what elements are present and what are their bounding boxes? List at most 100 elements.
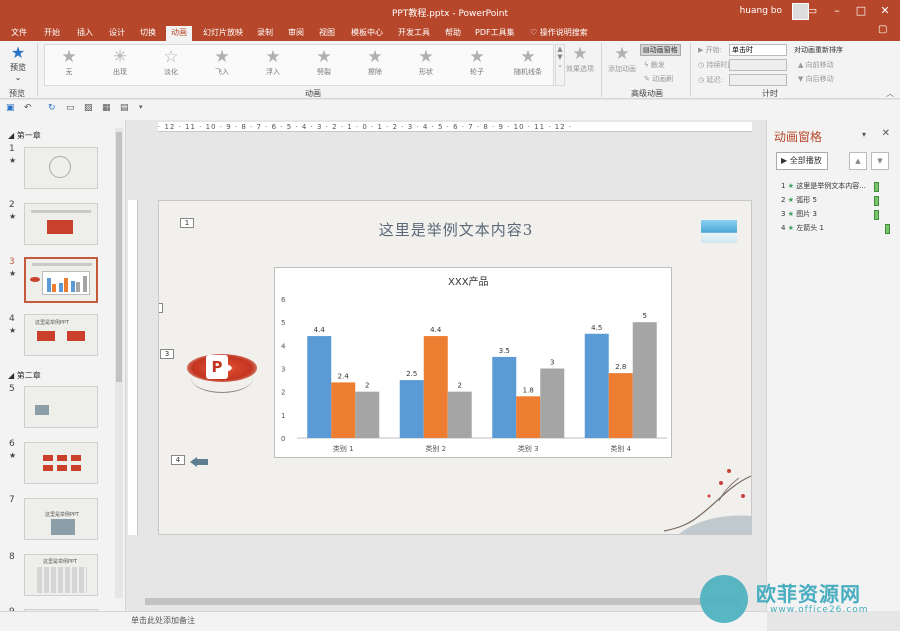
anim-appear[interactable]: ✳ 出现 — [96, 47, 144, 77]
move-up-icon[interactable]: ▲ — [849, 152, 867, 170]
bar — [584, 333, 609, 438]
bar — [355, 391, 380, 438]
anim-list-item[interactable]: 2 ★ 弧形 5 — [781, 195, 893, 207]
slide-thumb-7[interactable]: 这里是举例PPT — [24, 498, 98, 540]
close-icon[interactable]: ✕ — [878, 4, 892, 18]
chart[interactable]: XXX产品 0 1 2 3 4 5 6 4.4 2.4 2 类别 1 2.5 4.4 2 类别 2 3.5 1.… — [274, 267, 672, 458]
move-earlier-label: 向前移动 — [805, 61, 834, 69]
scrollbar-thumb[interactable] — [116, 132, 122, 382]
table-icon[interactable]: ▦ — [102, 103, 111, 113]
delay-field[interactable] — [729, 74, 787, 86]
section-1[interactable]: ◢ 第一章 — [8, 130, 41, 141]
slide-thumb-4[interactable]: 这里是举例PPT — [24, 314, 98, 356]
anim-list-item[interactable]: 1 ★ 这里是举例文本内容... — [781, 181, 893, 193]
tab-slideshow[interactable]: 幻灯片放映 — [198, 26, 248, 41]
slide-thumb-5[interactable] — [24, 386, 98, 428]
tab-view[interactable]: 视图 — [314, 26, 340, 41]
redo-icon[interactable]: ↻ — [48, 103, 56, 113]
section-2[interactable]: ◢ 第二章 — [8, 370, 41, 381]
maximize-icon[interactable]: □ — [854, 4, 868, 18]
tab-help[interactable]: 帮助 — [440, 26, 466, 41]
anim-wheel[interactable]: ★ 轮子 — [453, 47, 501, 77]
animation-painter-button[interactable]: ✎ 动画刷 — [644, 74, 673, 84]
minimize-icon[interactable]: – — [830, 4, 844, 18]
move-down-icon[interactable]: ▼ — [871, 152, 889, 170]
user-name[interactable]: huang bo — [740, 6, 782, 16]
save-icon[interactable]: ▣ — [6, 103, 15, 113]
y-tick-label: 2 — [281, 389, 285, 397]
undo-icon[interactable]: ↶ — [24, 103, 32, 113]
anim-list-item[interactable]: 3 ★ 图片 3 — [781, 209, 893, 221]
effect-options-button[interactable]: ★ 效果选项 — [562, 44, 598, 74]
play-all-label: 全部播放 — [789, 156, 822, 165]
picture-3[interactable] — [701, 220, 737, 243]
duration-field[interactable] — [729, 59, 787, 71]
customize-qat-icon[interactable]: ▾ — [139, 103, 143, 111]
anim-tag-4[interactable]: 4 — [171, 455, 185, 465]
tab-home[interactable]: 开始 — [39, 26, 65, 41]
close-icon[interactable]: ✕ — [882, 128, 890, 139]
anim-float-in[interactable]: ★ 浮入 — [249, 47, 297, 77]
tab-insert[interactable]: 插入 — [72, 26, 98, 41]
start-select[interactable] — [729, 44, 787, 56]
anim-random-bars[interactable]: ★ 随机线条 — [504, 47, 552, 77]
textbox-icon[interactable]: ▤ — [120, 103, 129, 113]
slide-thumb-3[interactable] — [24, 257, 98, 303]
move-earlier-button[interactable]: ▲ 向前移动 — [798, 60, 834, 70]
star-icon: ☆ — [163, 47, 179, 67]
slide-hscrollbar[interactable] — [140, 597, 748, 606]
anim-fade[interactable]: ☆ 淡化 — [147, 47, 195, 77]
animation-pane-button[interactable]: ▤动画窗格 — [640, 44, 681, 56]
anim-shape[interactable]: ★ 形状 — [402, 47, 450, 77]
anim-tag-2[interactable]: 2 — [159, 303, 163, 313]
notes-pane[interactable]: 单击此处添加备注 — [127, 611, 767, 631]
anim-painter-label: 动画刷 — [652, 75, 674, 83]
powerpoint-icon: P — [206, 355, 228, 379]
thumb-text: 这里是举例PPT — [45, 512, 80, 518]
anim-tag-3[interactable]: 3 — [160, 349, 174, 359]
tab-template-center[interactable]: 模板中心 — [346, 26, 388, 41]
picture-icon[interactable]: ▨ — [84, 103, 93, 113]
move-later-label: 向后移动 — [805, 75, 834, 83]
slide-title[interactable]: 这里是举例文本内容3 — [159, 219, 751, 240]
trigger-button[interactable]: ϟ 触发 — [644, 60, 665, 70]
slide-thumb-1[interactable] — [24, 147, 98, 189]
tab-animations[interactable]: 动画 — [166, 26, 192, 41]
tab-pdf-tools[interactable]: PDF工具集 — [470, 26, 520, 41]
y-tick-label: 4 — [281, 342, 286, 350]
thumb-box — [67, 331, 85, 341]
star-icon: ★ — [469, 47, 485, 67]
anim-split[interactable]: ★ 劈裂 — [300, 47, 348, 77]
slide-thumb-6[interactable] — [24, 442, 98, 484]
anim-list-item[interactable]: 4 ★ 左箭头 1 — [781, 223, 893, 235]
start-from-beginning-icon[interactable]: ▭ — [66, 103, 75, 113]
tab-design[interactable]: 设计 — [104, 26, 130, 41]
tab-record[interactable]: 录制 — [252, 26, 278, 41]
tab-developer[interactable]: 开发工具 — [393, 26, 435, 41]
comments-icon[interactable]: ▢ — [878, 24, 887, 35]
slide-thumb-8[interactable]: 这里是举例PPT — [24, 554, 98, 596]
anim-none[interactable]: ★ 无 — [45, 47, 93, 77]
ribbon-display-icon[interactable]: ▭ — [805, 4, 819, 18]
tell-me-search[interactable]: ♡ 操作说明搜索 — [530, 26, 588, 40]
slide-canvas[interactable]: 这里是举例文本内容3 1 2 3 4 P XXX产品 0 1 2 3 4 5 6 4.4 2.4… — [158, 200, 752, 535]
thumb-box — [71, 455, 81, 461]
play-all-button[interactable]: ▶ 全部播放 — [776, 152, 828, 170]
pane-options-icon[interactable]: ▾ — [862, 130, 866, 139]
anim-fly-in[interactable]: ★ 飞入 — [198, 47, 246, 77]
thumbnails-scrollbar[interactable] — [115, 128, 123, 598]
anim-tag-1[interactable]: 1 — [180, 218, 194, 228]
scrollbar-thumb[interactable] — [145, 598, 740, 605]
tab-file[interactable]: 文件 — [6, 26, 32, 41]
tab-transitions[interactable]: 切换 — [135, 26, 161, 41]
left-arrow-1[interactable] — [190, 457, 197, 467]
move-later-button[interactable]: ▼ 向后移动 — [798, 74, 834, 84]
collapse-ribbon-icon[interactable]: ︿ — [886, 88, 894, 99]
slide-thumb-2[interactable] — [24, 203, 98, 245]
anim-wipe[interactable]: ★ 擦除 — [351, 47, 399, 77]
anim-item-text: 图片 3 — [796, 210, 817, 218]
watermark-text: 欧菲资源网 — [756, 582, 861, 606]
preview-button[interactable]: ★ 预览 ⌄ — [5, 44, 31, 83]
add-animation-button[interactable]: ★ 添加动画 — [604, 44, 640, 74]
tab-review[interactable]: 审阅 — [283, 26, 309, 41]
